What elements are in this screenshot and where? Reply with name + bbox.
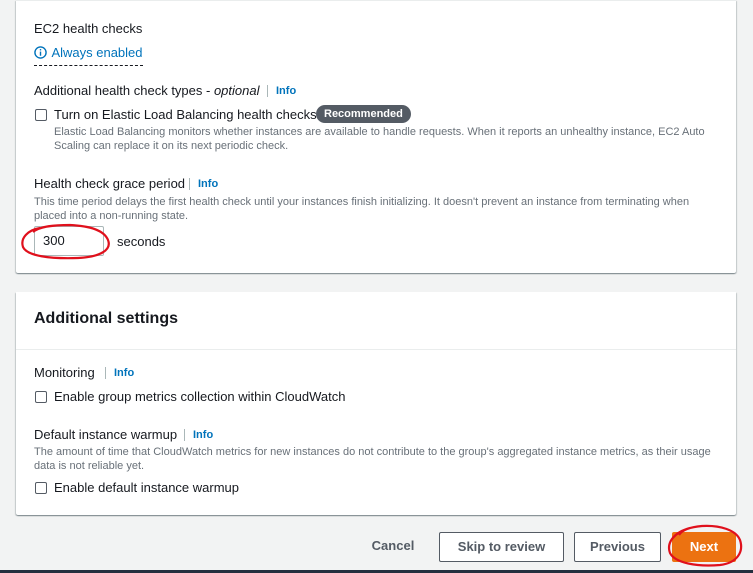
additional-types-label-text: Additional health check types - (34, 83, 211, 98)
grace-period-label: Health check grace period (34, 176, 186, 191)
elb-health-checks-checkbox[interactable] (35, 109, 47, 121)
header-divider (16, 349, 736, 350)
warmup-description-line-1: The amount of time that CloudWatch metri… (34, 446, 711, 458)
elb-description: Elastic Load Balancing monitors whether … (54, 125, 734, 153)
next-button[interactable]: Next (672, 532, 736, 562)
monitoring-label: Monitoring (34, 365, 95, 380)
grace-period-description: This time period delays the first health… (34, 195, 734, 223)
info-circle-icon (34, 46, 47, 59)
ec2-health-checks-title: EC2 health checks (34, 21, 143, 36)
always-enabled-popover[interactable]: Always enabled (34, 44, 143, 66)
cancel-button[interactable]: Cancel (360, 532, 426, 562)
grace-period-info-link[interactable]: Info (189, 178, 218, 190)
default-warmup-checkbox[interactable] (35, 482, 47, 494)
additional-settings-panel: Additional settings Monitoring Info Enab… (16, 292, 736, 515)
elb-health-checks-label[interactable]: Turn on Elastic Load Balancing health ch… (54, 107, 317, 122)
skip-to-review-button[interactable]: Skip to review (439, 532, 564, 562)
previous-button[interactable]: Previous (574, 532, 661, 562)
grace-description-line-1: This time period delays the first health… (34, 196, 690, 208)
recommended-badge: Recommended (316, 105, 411, 123)
group-metrics-checkbox[interactable] (35, 391, 47, 403)
grace-description-line-2: placed into a non-running state. (34, 210, 189, 222)
default-warmup-info-link[interactable]: Info (184, 429, 213, 441)
always-enabled-text: Always enabled (51, 45, 143, 60)
warmup-description-line-2: data is not reliable yet. (34, 460, 145, 472)
elb-description-line-2: Scaling can replace it on its next perio… (54, 140, 289, 152)
default-warmup-label: Default instance warmup (34, 427, 178, 442)
additional-settings-title: Additional settings (34, 310, 178, 327)
default-warmup-checkbox-label[interactable]: Enable default instance warmup (54, 480, 239, 495)
optional-text: optional (213, 83, 260, 98)
warmup-description: The amount of time that CloudWatch metri… (34, 445, 734, 473)
seconds-unit-label: seconds (117, 234, 166, 249)
additional-health-check-types-label: Additional health check types - optional (34, 83, 260, 98)
elb-description-line-1: Elastic Load Balancing monitors whether … (54, 126, 705, 138)
monitoring-info-link[interactable]: Info (105, 367, 134, 379)
health-checks-panel: EC2 health checks Always enabled Additio… (16, 0, 736, 273)
group-metrics-label[interactable]: Enable group metrics collection within C… (54, 389, 345, 404)
grace-period-input[interactable]: 300 (34, 226, 104, 256)
additional-types-info-link[interactable]: Info (267, 85, 296, 97)
